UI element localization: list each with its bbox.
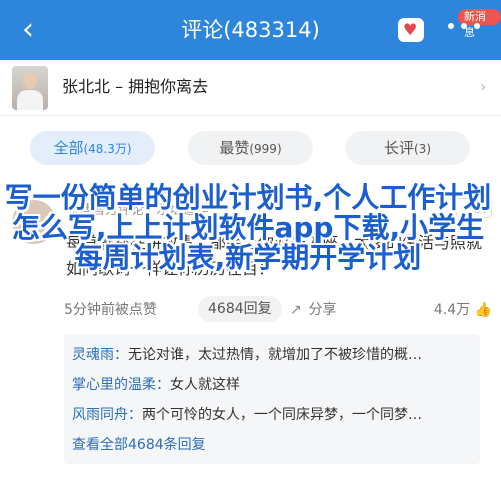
tab-top[interactable]: 最赞(999) (188, 131, 313, 165)
tab-all-count: (48.3万) (83, 142, 132, 156)
comment-time: 5分钟前被点赞 (64, 302, 157, 318)
reply-text: 女人就这样 (170, 377, 240, 393)
like-count: 4.4万 (433, 302, 471, 318)
heart-chat-icon[interactable]: ♥ (398, 18, 424, 42)
more-dots-icon[interactable] (448, 23, 482, 31)
view-all-replies-link[interactable]: 查看全部4684条回复 (72, 434, 206, 456)
author-row[interactable]: 张北北 – 拥抱你离去 › (0, 60, 501, 116)
tab-top-count: (999) (249, 142, 282, 156)
reply-button[interactable]: 4684回复 (198, 296, 282, 322)
tab-top-label: 最赞 (219, 139, 250, 157)
overlay-title: 写一份简单的创业计划书,个人工作计划怎么写,上上计划软件app下载,小学生每周计… (4, 181, 492, 274)
tab-all-label: 全部 (53, 139, 84, 157)
share-button[interactable]: ↗ 分享 (290, 300, 336, 320)
reply-user[interactable]: 风雨同舟： (72, 407, 142, 423)
reply-user[interactable]: 掌心里的温柔： (72, 377, 170, 393)
filter-tabs: 全部(48.3万) 最赞(999) 长评(3) (0, 117, 501, 181)
share-icon: ↗ (290, 302, 302, 318)
reply-user[interactable]: 灵魂雨： (72, 347, 128, 363)
thumb-up-icon: 👍 (474, 302, 492, 318)
author-name: 张北北 – 拥抱你离去 (62, 77, 209, 96)
reply-item[interactable]: 风雨同舟：两个可怜的女人，一个同床异梦，一个同梦… (72, 404, 476, 426)
comment-actions: 5分钟前被点赞 4684回复 ↗ 分享 4.4万 👍 (64, 296, 494, 324)
reply-text: 两个可怜的女人，一个同床异梦，一个同梦… (142, 407, 422, 423)
avatar[interactable] (12, 66, 48, 110)
replies-box: 灵魂雨：无论对谁，太过热情，就增加了不被珍惜的概… 掌心里的温柔：女人就这样 风… (64, 334, 480, 464)
chevron-right-icon: › (480, 77, 487, 96)
tab-long-label: 长评 (383, 139, 414, 157)
reply-item[interactable]: 灵魂雨：无论对谁，太过热情，就增加了不被珍惜的概… (72, 344, 476, 366)
page-title: 评论(483314) (181, 18, 320, 42)
tab-all[interactable]: 全部(48.3万) (30, 131, 155, 165)
tab-long-count: (3) (414, 142, 431, 156)
tab-long[interactable]: 长评(3) (345, 131, 470, 165)
share-label: 分享 (308, 302, 337, 318)
like-button[interactable]: 4.4万 👍 (434, 300, 492, 320)
comments-page: ‹ 评论(483314) ♥ 新消息 张北北 – 拥抱你离去 › 全部(48.3… (0, 0, 501, 485)
reply-text: 无论对谁，太过热情，就增加了不被珍惜的概… (128, 347, 422, 363)
reply-item[interactable]: 掌心里的温柔：女人就这样 (72, 374, 476, 396)
top-bar: ‹ 评论(483314) ♥ 新消息 (0, 0, 501, 60)
